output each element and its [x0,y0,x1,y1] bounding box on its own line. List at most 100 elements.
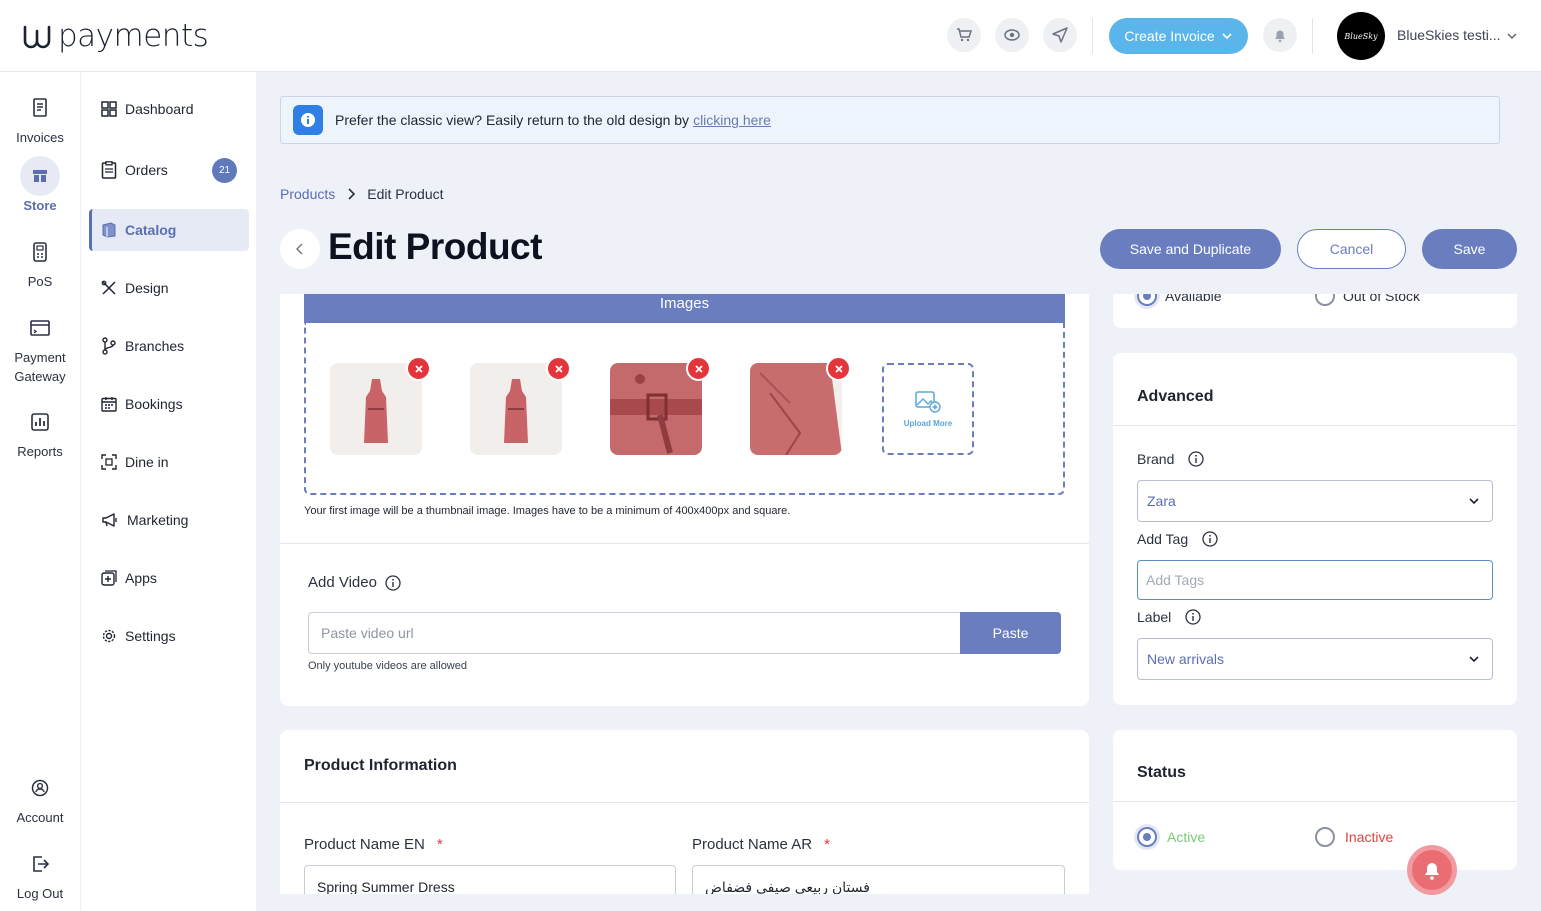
classic-view-link[interactable]: clicking here [693,112,771,128]
avatar[interactable]: BlueSky [1337,12,1385,60]
save-button[interactable]: Save [1422,229,1517,269]
nav-item-dashboard[interactable]: Dashboard [89,88,249,130]
paste-button[interactable]: Paste [960,612,1061,654]
info-icon[interactable] [1188,451,1205,467]
nav-item-design[interactable]: Design [89,267,249,309]
qr-scan-icon [101,454,117,470]
share-icon-button[interactable] [1043,18,1077,52]
info-icon[interactable] [385,574,401,591]
divider [1113,425,1517,426]
divider [1312,18,1313,54]
nav-item-dine-in[interactable]: Dine in [89,441,249,483]
close-icon [554,364,563,373]
out-of-stock-label: Out of Stock [1343,294,1421,304]
rail-item-store[interactable]: Store [0,156,80,215]
cart-icon-button[interactable] [947,18,981,52]
remove-image-button[interactable] [826,356,851,381]
remove-image-button[interactable] [546,356,571,381]
info-icon [293,105,323,135]
product-name-ar-input[interactable]: فستان ربيعي صيفي فضفاض [692,865,1065,894]
upload-more-button[interactable]: Upload More [882,363,974,455]
status-active-option[interactable]: Active [1137,827,1205,847]
catalog-nav: Dashboard Orders 21 Catalog Design Branc… [80,72,256,911]
payment-gateway-icon [30,320,50,336]
floating-notification-button[interactable] [1407,845,1457,895]
logo-text: payments [58,18,209,54]
save-and-duplicate-button[interactable]: Save and Duplicate [1100,229,1281,269]
rail-label: Invoices [16,130,64,145]
chevron-down-icon [1222,33,1232,40]
create-invoice-button[interactable]: Create Invoice [1109,18,1248,54]
radio-available[interactable] [1137,294,1157,306]
reports-icon [31,413,49,431]
notice-text: Prefer the classic view? Easily return t… [335,112,690,128]
nav-item-apps[interactable]: Apps [89,557,249,599]
rail-item-payment-gateway[interactable]: Payment Gateway [0,308,80,386]
invoice-icon [33,98,47,117]
nav-item-bookings[interactable]: Bookings [89,383,249,425]
add-video-label: Add Video [308,574,377,591]
stock-available-option[interactable]: Available [1137,294,1222,306]
logout-icon [33,856,49,872]
info-icon[interactable] [1185,609,1201,625]
notifications-button[interactable] [1263,18,1297,52]
advanced-card: Advanced Brand Zara Add Tag Add Tags Lab… [1113,353,1517,705]
product-information-title: Product Information [304,757,457,774]
content-scroll-area[interactable]: Images Upload More Your first image will… [256,294,1541,894]
gear-icon [102,629,116,643]
nav-item-settings[interactable]: Settings [89,615,249,657]
add-tags-input[interactable]: Add Tags [1137,560,1493,600]
calendar-icon [101,397,117,412]
chevron-left-icon [296,243,303,255]
rail-label: Reports [17,444,63,459]
apps-icon [101,570,117,586]
product-name-en-label: Product Name EN * [304,836,443,853]
images-dropzone[interactable]: Upload More [304,323,1065,495]
nav-label: Bookings [125,396,183,412]
top-bar: payments Create Invoice BlueSky BlueSkie… [0,0,1541,72]
remove-image-button[interactable] [406,356,431,381]
breadcrumb-products-link[interactable]: Products [280,186,335,202]
chevron-down-icon[interactable] [1506,30,1518,42]
rail-label: Payment [14,350,66,365]
advanced-title: Advanced [1137,388,1214,405]
branches-icon [102,337,116,355]
image-add-icon [915,390,941,413]
rail-item-account[interactable]: Account [0,768,80,827]
back-button[interactable] [280,229,320,269]
product-name-ar-label: Product Name AR * [692,836,830,853]
info-icon[interactable] [1202,531,1218,547]
nav-item-orders[interactable]: Orders 21 [89,149,249,191]
nav-item-catalog[interactable]: Catalog [89,209,249,251]
rail-label: PoS [27,274,53,289]
status-inactive-option[interactable]: Inactive [1315,827,1393,847]
nav-label: Dashboard [125,101,194,117]
nav-item-branches[interactable]: Branches [89,325,249,367]
preview-icon-button[interactable] [995,18,1029,52]
eye-icon [1004,29,1020,41]
remove-image-button[interactable] [686,356,711,381]
nav-item-marketing[interactable]: Marketing [89,499,249,541]
page-title: Edit Product [328,226,542,267]
add-tag-label: Add Tag [1137,531,1189,547]
rail-item-invoices[interactable]: Invoices [0,88,80,147]
radio-active[interactable] [1137,827,1157,847]
stock-out-option[interactable]: Out of Stock [1315,294,1420,306]
radio-inactive[interactable] [1315,827,1335,847]
video-url-input[interactable]: Paste video url [308,612,962,654]
brand-select[interactable]: Zara [1137,480,1493,522]
product-name-en-input[interactable]: Spring Summer Dress [304,865,676,894]
cancel-button[interactable]: Cancel [1297,229,1406,269]
catalog-icon [102,222,116,238]
rail-item-logout[interactable]: Log Out [0,844,80,903]
bell-icon [1425,863,1439,880]
rail-item-pos[interactable]: PoS [0,232,80,291]
orders-icon [101,161,117,179]
account-name[interactable]: BlueSkies testi... [1397,27,1501,43]
nav-label: Marketing [127,512,189,528]
rail-item-reports[interactable]: Reports [0,402,80,461]
media-card: Images Upload More Your first image will… [280,294,1089,706]
radio-out-of-stock[interactable] [1315,294,1335,306]
label-select[interactable]: New arrivals [1137,638,1493,680]
brand-logo[interactable]: payments [22,16,209,56]
